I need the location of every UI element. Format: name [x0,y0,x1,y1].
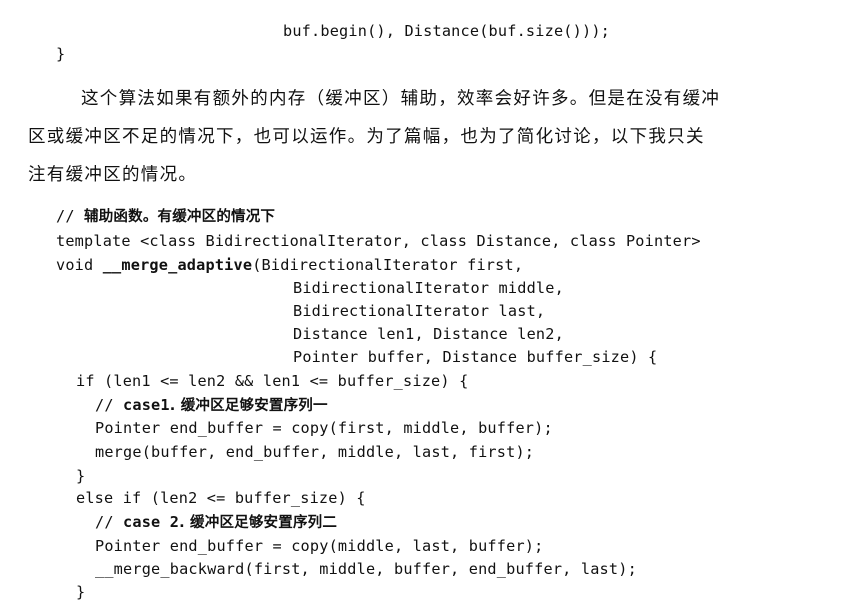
code-if-close-brace: } [76,467,86,485]
signature-param-3: BidirectionalIterator last, [293,302,546,320]
prose-line-1: 这个算法如果有额外的内存（缓冲区）辅助，效率会好许多。但是在没有缓冲 [81,89,721,109]
function-name: __merge_adaptive [102,256,253,274]
prose-line-2: 区或缓冲区不足的情况下，也可以运作。为了篇幅，也为了简化讨论，以下我只关 [28,127,705,147]
code-line-buf-begin: buf.begin(), Distance(buf.size())); [283,22,611,40]
code-case1-stmt-1: Pointer end_buffer = copy(first, middle,… [95,419,553,437]
prose-line-3: 注有缓冲区的情况。 [28,165,198,185]
code-case2-stmt-1: Pointer end_buffer = copy(middle, last, … [95,537,544,555]
code-template-line: template <class BidirectionalIterator, c… [56,232,701,250]
comment-text: 辅助函数。有缓冲区的情况下 [84,209,276,225]
code-function-signature: void __merge_adaptive(BidirectionalItera… [56,256,523,275]
signature-param-5: Pointer buffer, Distance buffer_size) { [293,348,658,366]
case2-label: case 2 [123,513,180,531]
void-keyword: void [56,256,103,274]
comment-prefix: // [56,207,85,225]
case1-text: . 缓冲区足够安置序列一 [169,398,328,414]
code-else-if-line: else if (len2 <= buffer_size) { [76,489,366,507]
code-if-line: if (len1 <= len2 && len1 <= buffer_size)… [76,372,469,390]
code-case1-stmt-2: merge(buffer, end_buffer, middle, last, … [95,443,535,461]
signature-param-4: Distance len1, Distance len2, [293,325,564,343]
code-case2-comment: // case 2. 缓冲区足够安置序列二 [95,513,337,533]
code-line-closing-brace: } [56,45,66,63]
code-else-close-brace: } [76,583,86,601]
case1-label: case1 [123,396,170,414]
code-comment-helper: // 辅助函数。有缓冲区的情况下 [56,207,275,227]
case2-text: . 缓冲区足够安置序列二 [179,515,338,531]
case2-comment-prefix: // [95,513,124,531]
signature-param-2: BidirectionalIterator middle, [293,279,564,297]
signature-param-1: (BidirectionalIterator first, [252,256,524,274]
case1-comment-prefix: // [95,396,124,414]
code-case1-comment: // case1. 缓冲区足够安置序列一 [95,396,328,416]
code-case2-stmt-2: __merge_backward(first, middle, buffer, … [95,560,637,578]
